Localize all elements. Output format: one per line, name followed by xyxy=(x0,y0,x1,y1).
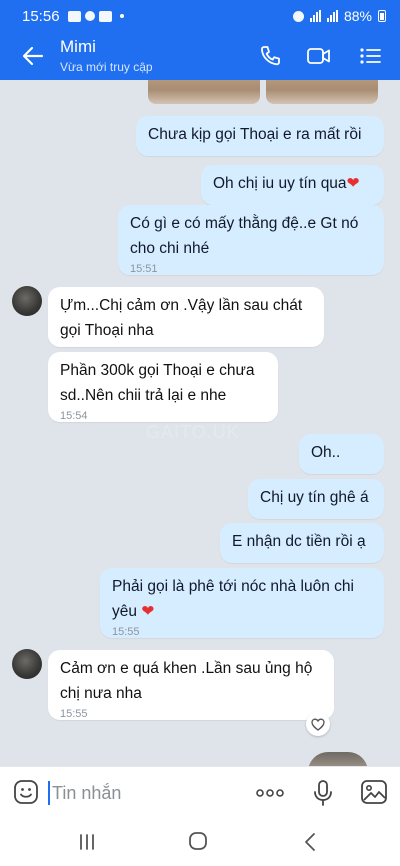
message-composer xyxy=(0,766,400,818)
message-bubble[interactable]: E nhận dc tiền rồi ạ xyxy=(220,523,384,563)
system-nav-bar xyxy=(0,818,400,866)
video-camera-icon[interactable] xyxy=(306,44,332,68)
sticker-image[interactable] xyxy=(148,80,260,104)
list-menu-icon[interactable] xyxy=(358,44,384,68)
sticker-row xyxy=(0,80,400,110)
status-time: 15:56 xyxy=(22,7,60,25)
message-time: 15:55 xyxy=(112,626,140,638)
react-heart-button[interactable] xyxy=(306,712,330,736)
flame-notification-icon xyxy=(84,11,95,21)
heart-emoji-icon: ❤ xyxy=(346,175,360,192)
alarm-icon xyxy=(292,10,304,22)
home-icon[interactable] xyxy=(188,831,208,851)
message-bubble[interactable]: Cảm ơn e quá khen .Lần sau ủng hộ chị nư… xyxy=(48,650,334,720)
avatar[interactable] xyxy=(12,649,42,679)
text-cursor xyxy=(48,781,50,805)
system-icons: 88% xyxy=(292,8,386,24)
recent-apps-icon[interactable] xyxy=(77,832,97,852)
sticker-image[interactable] xyxy=(266,80,378,104)
chat-header: Mimi Vừa mới truy cập xyxy=(0,32,400,80)
heart-emoji-icon: ❤ xyxy=(141,603,155,620)
more-dots-icon[interactable] xyxy=(254,781,286,805)
battery-percent: 88% xyxy=(343,8,372,24)
message-bubble[interactable]: Chưa kịp gọi Thoại e ra mất rồi xyxy=(136,116,384,156)
more-notifications-icon xyxy=(119,14,124,18)
phone-icon[interactable] xyxy=(258,44,284,68)
message-bubble[interactable]: Ựm...Chị cảm ơn .Vậy lần sau chát gọi Th… xyxy=(48,287,324,347)
message-bubble[interactable]: Chị uy tín ghê á xyxy=(248,479,384,519)
notification-icons xyxy=(67,10,124,22)
message-time: 15:54 xyxy=(60,410,88,422)
battery-icon xyxy=(378,10,386,22)
message-time: 15:55 xyxy=(60,708,88,720)
message-text: E nhận dc tiền rồi ạ xyxy=(232,533,366,550)
signal-icon xyxy=(309,10,321,22)
message-text: Phần 300k gọi Thoại e chưa sd..Nên chii … xyxy=(60,362,255,404)
microphone-icon[interactable] xyxy=(312,779,334,807)
message-text: Chưa kịp gọi Thoại e ra mất rồi xyxy=(148,126,362,143)
heart-outline-icon xyxy=(311,718,325,731)
message-text: Oh.. xyxy=(311,444,341,461)
arrow-left-icon[interactable] xyxy=(20,43,46,69)
status-bar: 15:56 88% xyxy=(0,0,400,32)
message-list[interactable]: GAITO.UK Chưa kịp gọi Thoại e ra mất rồi… xyxy=(0,80,400,766)
message-bubble[interactable]: Oh.. xyxy=(299,434,384,474)
contact-name[interactable]: Mimi xyxy=(60,37,96,57)
zalo-notification-icon xyxy=(67,10,81,22)
back-nav-icon[interactable] xyxy=(300,831,320,853)
message-bubble[interactable]: Phần 300k gọi Thoại e chưa sd..Nên chii … xyxy=(48,352,278,422)
message-text: Ựm...Chị cảm ơn .Vậy lần sau chát gọi Th… xyxy=(60,297,303,339)
gallery-notification-icon xyxy=(98,10,112,22)
message-bubble[interactable]: Phải gọi là phê tới nóc nhà luôn chi yêu… xyxy=(100,568,384,638)
image-icon[interactable] xyxy=(360,779,388,805)
message-input[interactable] xyxy=(52,779,232,807)
message-text: Oh chị iu uy tín qua xyxy=(213,175,347,192)
avatar[interactable] xyxy=(12,286,42,316)
message-bubble[interactable]: Có gì e có mấy thằng đệ..e Gt nó cho chi… xyxy=(118,205,384,275)
watermark: GAITO.UK xyxy=(146,422,240,442)
message-text: Có gì e có mấy thằng đệ..e Gt nó cho chi… xyxy=(130,215,359,257)
message-text: Cảm ơn e quá khen .Lần sau ủng hộ chị nư… xyxy=(60,660,313,702)
message-text: Chị uy tín ghê á xyxy=(260,489,369,506)
message-bubble[interactable]: Oh chị iu uy tín qua❤ xyxy=(201,165,384,205)
sticker-image xyxy=(308,752,368,766)
message-time: 15:51 xyxy=(130,263,158,275)
smiley-icon[interactable] xyxy=(13,779,39,805)
contact-status: Vừa mới truy cập xyxy=(60,60,153,74)
signal-2-icon xyxy=(326,10,338,22)
